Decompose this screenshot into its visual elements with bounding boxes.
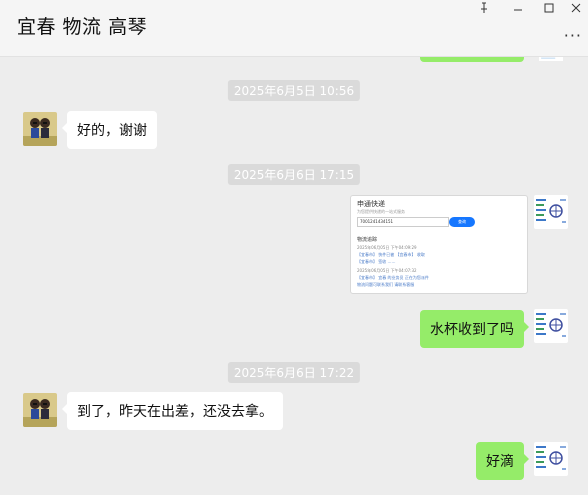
- my-avatar[interactable]: [534, 195, 568, 229]
- screenshot-track-label: 物流追踪: [357, 237, 378, 243]
- timestamp: 2025年6月6日 17:15: [227, 164, 361, 185]
- screenshot-line: 物流问题可联系我们 请联系客服: [357, 282, 415, 287]
- message-bubble-incoming[interactable]: 好的，谢谢: [62, 111, 157, 149]
- contact-avatar[interactable]: [23, 112, 57, 146]
- image-message[interactable]: 申通快递 为您提供快递的一站式服务 7001241434151 查询 物流追踪 …: [350, 195, 528, 294]
- my-avatar[interactable]: [534, 309, 568, 343]
- message-bubble-outgoing[interactable]: 好滴: [476, 442, 529, 480]
- chat-title: 宜春 物流 高琴: [17, 16, 148, 38]
- chat-area[interactable]: 2025年6月5日 10:56 好的，谢谢 2025年6月6日 17:15 申通…: [0, 57, 588, 495]
- close-icon: [571, 3, 581, 13]
- screenshot-line: 2025年06月05日 下午04:09:29: [357, 245, 417, 250]
- maximize-button[interactable]: [535, 0, 563, 16]
- screenshot-title: 申通快递: [357, 200, 385, 208]
- timestamp: 2025年6月5日 10:56: [227, 80, 361, 101]
- screenshot-subtitle: 为您提供快递的一站式服务: [357, 209, 405, 214]
- chat-header: 宜春 物流 高琴 ···: [0, 0, 588, 57]
- message-bubble-incoming[interactable]: 到了，昨天在出差，还没去拿。: [62, 392, 283, 430]
- more-options-button[interactable]: ···: [564, 26, 582, 45]
- pin-icon: [481, 2, 487, 13]
- minimize-icon: [514, 9, 522, 11]
- close-button[interactable]: [562, 0, 588, 16]
- my-avatar[interactable]: [534, 442, 568, 476]
- timestamp: 2025年6月6日 17:22: [227, 362, 361, 383]
- pin-button[interactable]: [470, 0, 498, 16]
- maximize-icon: [544, 3, 554, 13]
- screenshot-line: 【宜春市】 快件已被 【宜春市】 收取: [357, 252, 425, 257]
- message-bubble-outgoing[interactable]: 水杯收到了吗: [420, 310, 529, 348]
- screenshot-tracking-number: 7001241434151: [357, 217, 449, 227]
- previous-message-bubble: [420, 57, 524, 62]
- minimize-button[interactable]: [504, 0, 532, 16]
- my-avatar-partial: [539, 57, 563, 61]
- contact-avatar[interactable]: [23, 393, 57, 427]
- screenshot-line: 【宜春市】 宜春 的业务员 正在为您派件: [357, 275, 429, 280]
- screenshot-query-button: 查询: [449, 217, 475, 227]
- screenshot-line: 【宜春市】 签收 ……: [357, 259, 396, 264]
- screenshot-line: 2025年06月05日 下午04:07:32: [357, 268, 417, 273]
